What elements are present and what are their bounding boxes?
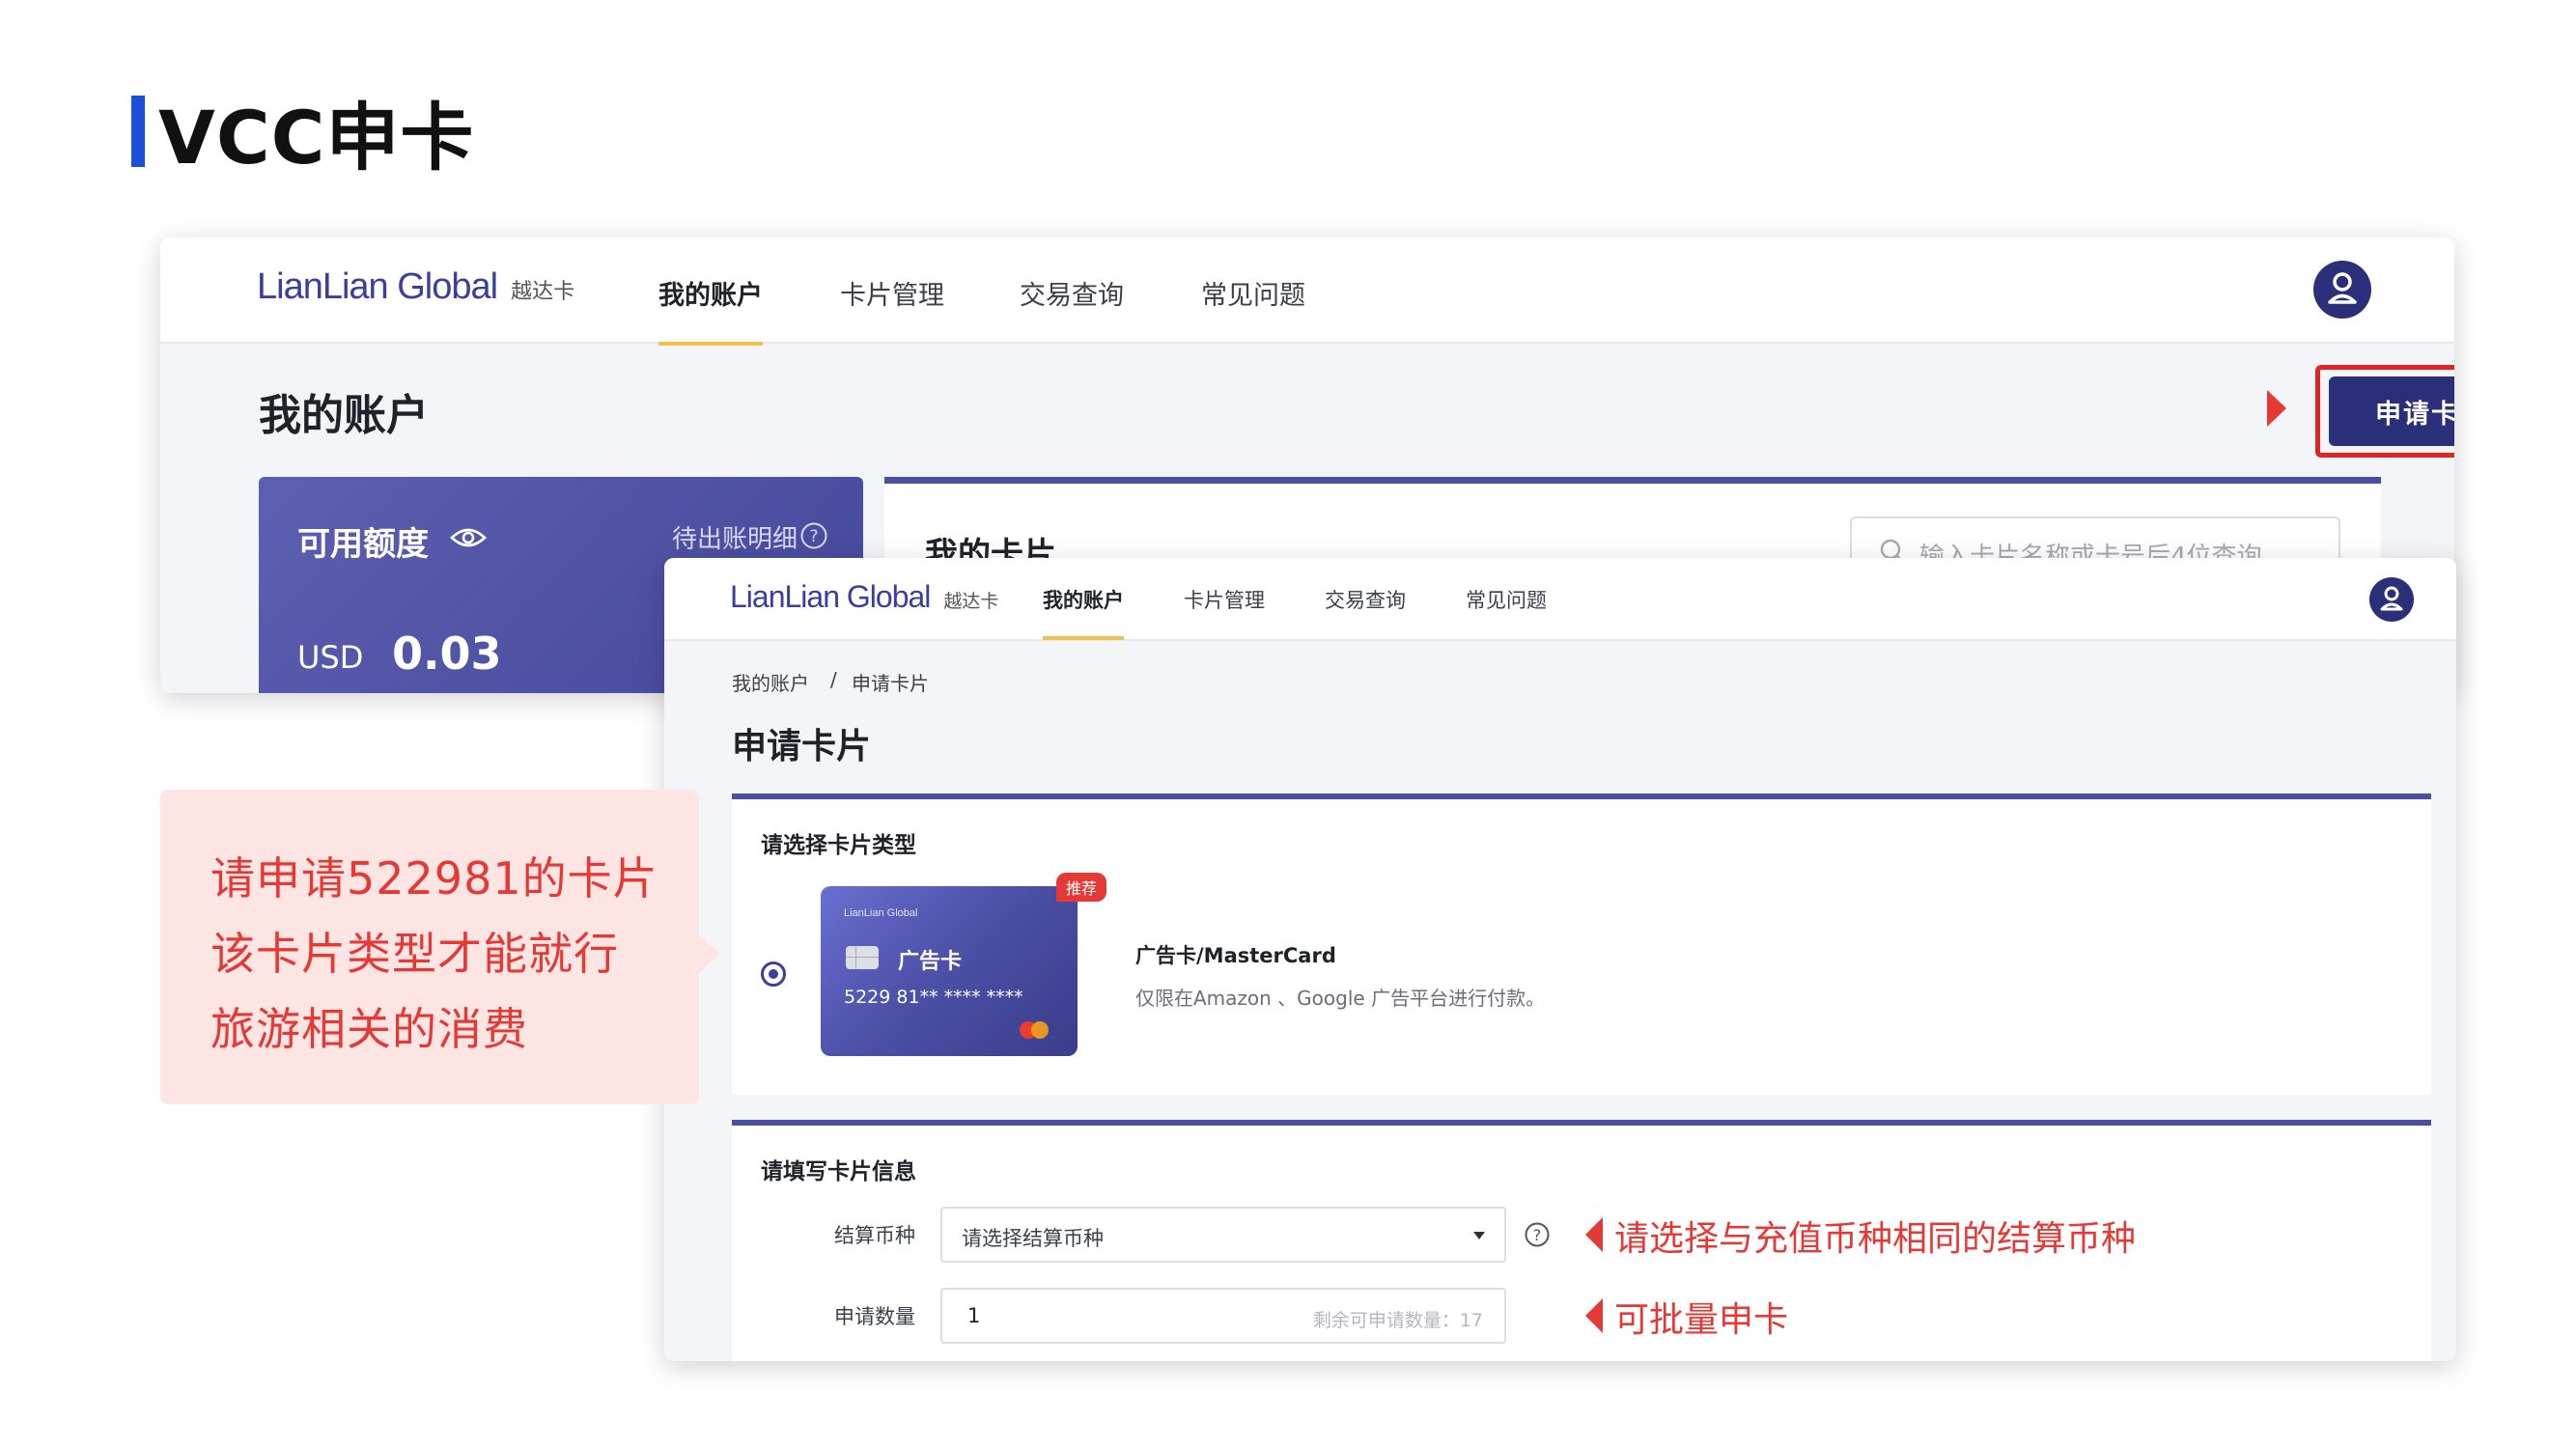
currency-select[interactable]: 请选择结算币种 [940, 1207, 1506, 1263]
card-info-title: 请填写卡片信息 [761, 1159, 916, 1184]
quantity-value: 1 [967, 1304, 981, 1327]
page-title: 申请卡片 [732, 727, 872, 766]
user-avatar-icon[interactable] [2369, 577, 2414, 622]
card-name: 广告卡 [898, 950, 963, 974]
recommended-badge: 推荐 [1056, 873, 1107, 902]
svg-text:?: ? [809, 527, 818, 546]
nav-label: 卡片管理 [840, 281, 944, 311]
nav-active-underline [658, 342, 763, 346]
breadcrumb-apply-card: 申请卡片 [852, 672, 929, 695]
nav-my-account[interactable]: 我的账户 [1043, 585, 1124, 640]
brand-sub: 越达卡 [943, 591, 999, 612]
card-type-panel: 请选择卡片类型 LianLian Global 广告卡 5229 81** **… [732, 794, 2431, 1095]
currency-label: 结算币种 [834, 1224, 915, 1247]
quantity-label: 申请数量 [834, 1305, 915, 1328]
pending-bill-link[interactable]: 待出账明细 [672, 519, 798, 555]
nav-label: 我的账户 [658, 281, 763, 311]
card-type-description: 仅限在Amazon 、Google 广告平台进行付款。 [1135, 987, 1546, 1010]
slide-title-text: VCC申卡 [158, 95, 475, 181]
balance-currency: USD [297, 639, 364, 676]
breadcrumb-my-account[interactable]: 我的账户 [732, 668, 809, 696]
top-nav: LianLian Global 越达卡 我的账户 卡片管理 交易查询 常见问题 [664, 558, 2456, 641]
help-icon[interactable]: ? [799, 521, 828, 550]
currency-placeholder: 请选择结算币种 [962, 1227, 1104, 1250]
top-nav: LianLian Global 越达卡 我的账户 卡片管理 交易查询 常见问题 [160, 237, 2454, 346]
card-logo: LianLian Global [844, 907, 918, 919]
brand-logo[interactable]: LianLian Global 越达卡 [730, 579, 998, 615]
apply-card-window: LianLian Global 越达卡 我的账户 卡片管理 交易查询 常见问题 … [664, 558, 2456, 1361]
brand-logo[interactable]: LianLian Global 越达卡 [257, 266, 574, 308]
pointer-arrow-icon [2267, 390, 2286, 427]
card-info-panel: 请填写卡片信息 结算币种 请选择结算币种 ? 请选择与充值币种相同的结算币种 申… [732, 1120, 2431, 1361]
nav-label: 常见问题 [1201, 281, 1305, 311]
nav-my-account[interactable]: 我的账户 [658, 274, 763, 346]
batch-annotation: 可批量申卡 [1614, 1300, 1789, 1340]
card-type-title: 请选择卡片类型 [761, 833, 916, 858]
nav-transactions[interactable]: 交易查询 [1020, 274, 1124, 312]
nav-label: 我的账户 [1043, 589, 1124, 612]
nav-active-underline [1043, 636, 1124, 640]
nav-card-management[interactable]: 卡片管理 [840, 274, 944, 312]
nav-faq[interactable]: 常见问题 [1466, 585, 1547, 614]
nav-label: 交易查询 [1020, 281, 1124, 311]
user-avatar-icon[interactable] [2313, 261, 2371, 319]
balance-label: 可用额度 [297, 525, 429, 564]
help-icon[interactable]: ? [1524, 1221, 1551, 1248]
balance-amount: 0.03 [392, 627, 502, 680]
quantity-hint: 剩余可申请数量：17 [1312, 1310, 1483, 1331]
mastercard-icon [1020, 1021, 1050, 1039]
nav-label: 交易查询 [1325, 589, 1406, 612]
title-accent-bar [131, 96, 145, 167]
nav-faq[interactable]: 常见问题 [1201, 274, 1305, 312]
callout-line: 请申请522981的卡片 [210, 852, 658, 905]
annotation-arrow-icon [1585, 1217, 1603, 1252]
card-type-radio[interactable] [761, 961, 786, 987]
quantity-input[interactable]: 1 剩余可申请数量：17 [940, 1288, 1506, 1344]
card-number: 5229 81** **** **** [844, 987, 1023, 1008]
brand-name: LianLian Global [730, 579, 931, 614]
page-title: 我的账户 [259, 391, 429, 440]
card-chip-icon [846, 946, 879, 969]
callout-line: 旅游相关的消费 [210, 1003, 528, 1055]
nav-card-management[interactable]: 卡片管理 [1184, 585, 1265, 614]
currency-annotation: 请选择与充值币种相同的结算币种 [1614, 1219, 2137, 1259]
chevron-down-icon [1473, 1232, 1485, 1239]
svg-text:?: ? [1533, 1226, 1542, 1244]
nav-label: 卡片管理 [1184, 589, 1265, 612]
apply-card-button[interactable]: 申请卡片 [2329, 376, 2454, 446]
breadcrumb-separator: / [830, 668, 837, 691]
callout-line: 该卡片类型才能就行 [210, 928, 619, 980]
annotation-arrow-icon [1585, 1298, 1603, 1333]
slide-title: VCC申卡 [131, 85, 474, 181]
nav-label: 常见问题 [1466, 589, 1547, 612]
eye-icon[interactable] [450, 525, 487, 550]
instruction-callout: 请申请522981的卡片 该卡片类型才能就行 旅游相关的消费 [160, 790, 720, 1104]
nav-transactions[interactable]: 交易查询 [1325, 585, 1406, 614]
brand-name: LianLian Global [257, 266, 498, 307]
card-preview[interactable]: LianLian Global 广告卡 5229 81** **** **** [821, 886, 1078, 1056]
brand-sub: 越达卡 [511, 280, 575, 304]
card-type-name: 广告卡/MasterCard [1135, 944, 1336, 967]
